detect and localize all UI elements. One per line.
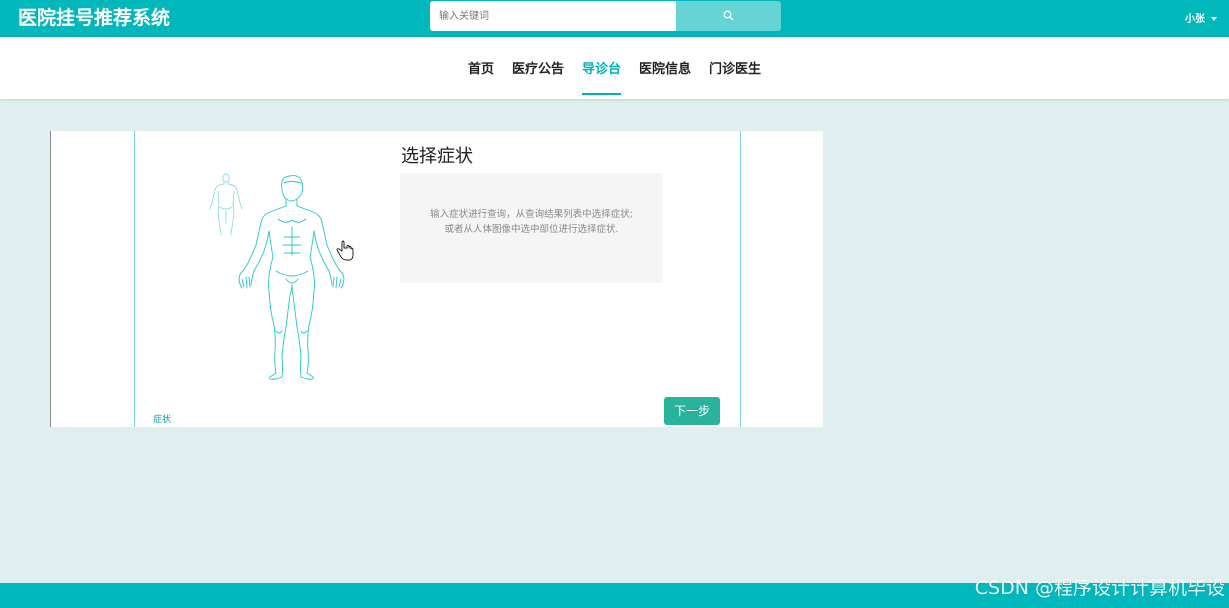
search-button[interactable] — [676, 1, 781, 31]
hint-text-line1: 输入症状进行查询，从查询结果列表中选择症状; — [430, 209, 633, 220]
site-title: 医院挂号推荐系统 — [18, 7, 171, 29]
panel-divider-left — [134, 131, 135, 427]
nav-item-hospital-info[interactable]: 医院信息 — [639, 37, 691, 95]
symptom-panel: 选择症状 输入症状进行查询，从查询结果列表中选择症状; 或者从人体图像中选中部位… — [50, 131, 823, 427]
user-menu[interactable]: 小张 — [1185, 10, 1217, 25]
nav-item-announcements[interactable]: 医疗公告 — [512, 37, 564, 95]
nav-item-triage[interactable]: 导诊台 — [581, 37, 622, 95]
search-icon — [723, 10, 734, 21]
watermark: CSDN @程序设计计算机毕设 — [974, 577, 1225, 599]
caret-down-icon — [1211, 17, 1217, 21]
symptom-link[interactable]: 症状 — [153, 412, 171, 425]
nav-item-doctors[interactable]: 门诊医生 — [709, 37, 761, 95]
human-body-back-icon[interactable] — [209, 173, 243, 236]
human-body-icon[interactable] — [238, 175, 345, 380]
panel-title: 选择症状 — [401, 146, 473, 167]
hint-text-line2: 或者从人体图像中选中部位进行选择症状. — [444, 224, 619, 235]
hint-box: 输入症状进行查询，从查询结果列表中选择症状; 或者从人体图像中选中部位进行选择症… — [400, 173, 663, 283]
search-input[interactable] — [430, 1, 676, 31]
username: 小张 — [1185, 14, 1205, 25]
nav-item-home[interactable]: 首页 — [468, 37, 494, 95]
human-body-figure[interactable] — [206, 171, 356, 383]
next-step-button[interactable]: 下一步 — [664, 397, 720, 425]
top-bar: 医院挂号推荐系统 小张 — [0, 0, 1229, 37]
hand-pointer-icon — [336, 240, 354, 261]
panel-divider-right — [740, 131, 741, 427]
main-nav: 首页 医疗公告 导诊台 医院信息 门诊医生 — [0, 37, 1229, 99]
